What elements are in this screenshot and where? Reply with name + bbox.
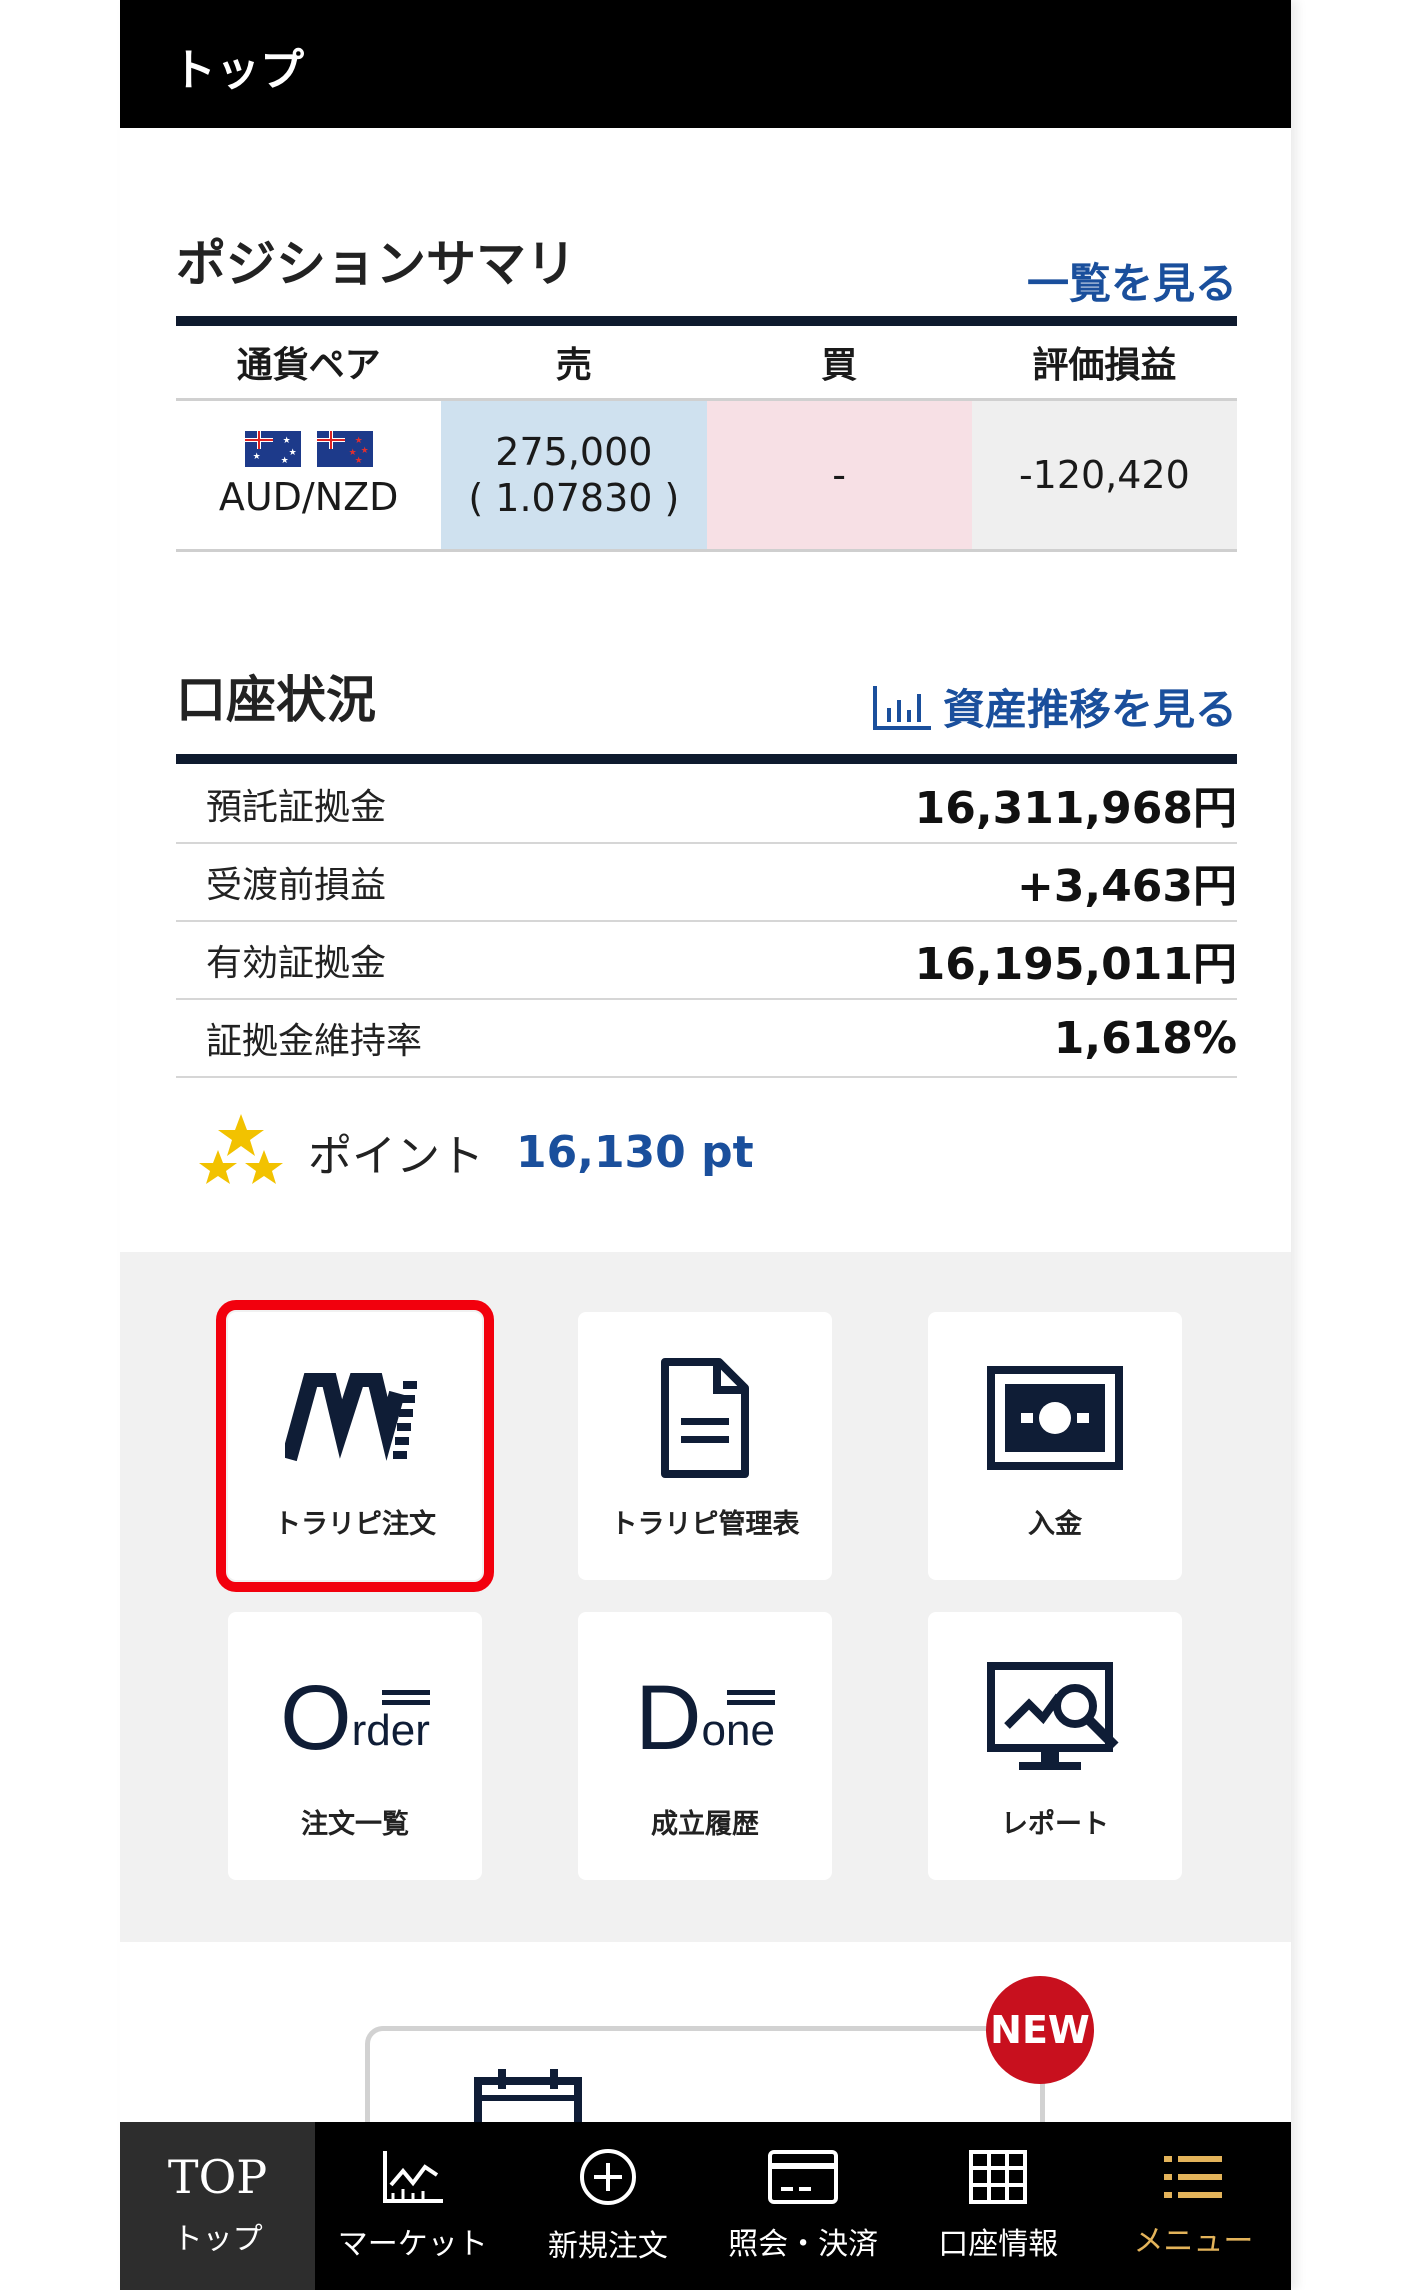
app-screen: トップ ポジションサマリ 一覧を見る 通貨ペア 売 買 評価損益 ★ ★ ★ ★	[120, 0, 1291, 2290]
nav-label: マーケット	[337, 2227, 488, 2262]
points-row: ポイント 16,130 pt	[196, 1112, 754, 1192]
buy-cell: -	[706, 401, 972, 549]
nav-item-menu[interactable]: メニュー	[1096, 2122, 1291, 2290]
top-logo-text: TOP	[167, 2150, 268, 2204]
deposit-tile[interactable]: 入金	[928, 1312, 1182, 1580]
banknote-icon	[987, 1360, 1123, 1476]
menu-list-icon	[1164, 2156, 1223, 2198]
sell-cell: 275,000 ( 1.07830 )	[441, 401, 707, 549]
sell-quantity: 275,000	[495, 430, 653, 474]
page-title: トップ	[172, 45, 304, 96]
nav-label: 照会・決済	[728, 2227, 879, 2262]
item-label: 有効証拠金	[206, 943, 387, 984]
report-tile[interactable]: レポート	[928, 1612, 1182, 1880]
item-label: 受渡前損益	[206, 865, 387, 906]
calendar-icon	[474, 2069, 582, 2127]
bottom-navigation: TOP トップ マーケット 新規注文 照会・決済 口座情報 メニュー	[120, 2122, 1291, 2290]
page-header: トップ	[120, 0, 1291, 128]
profit-loss-value: -120,420	[1018, 453, 1190, 497]
item-value: 1,618%	[1053, 1012, 1237, 1064]
nav-label: 口座情報	[938, 2227, 1059, 2262]
bar-chart-icon	[872, 685, 931, 730]
plus-circle-icon	[579, 2149, 636, 2205]
item-value: 16,195,011円	[914, 939, 1237, 990]
new-zealand-flag-icon: ★ ★ ★ ★	[316, 431, 373, 467]
list-item: 受渡前損益 +3,463円	[176, 844, 1237, 922]
pair-cell: ★ ★ ★ ★ ★ ★ ★ ★ AUD/NZD	[176, 401, 441, 549]
pl-cell: -120,420	[971, 401, 1237, 549]
execution-history-tile[interactable]: D one 成立履歴	[578, 1612, 832, 1880]
done-icon: D one	[635, 1667, 775, 1769]
buy-value: -	[832, 453, 846, 497]
view-asset-history-label: 資産推移を見る	[942, 685, 1237, 734]
list-item: 有効証拠金 16,195,011円	[176, 922, 1237, 1000]
trap-repeat-order-tile[interactable]: トラリピ注文	[216, 1300, 494, 1592]
tile-label: 成立履歴	[651, 1809, 759, 1840]
nav-item-top[interactable]: TOP トップ	[120, 2122, 316, 2290]
table-row[interactable]: ★ ★ ★ ★ ★ ★ ★ ★ AUD/NZD 275,000 (1.0783…	[176, 401, 1237, 552]
item-value: 16,311,968円	[914, 783, 1237, 834]
position-summary-title: ポジションサマリ	[176, 235, 576, 293]
column-header: 評価損益	[1032, 345, 1177, 386]
section-divider	[176, 754, 1237, 764]
item-value: +3,463円	[1016, 861, 1237, 912]
currency-pair: AUD/NZD	[218, 475, 399, 519]
points-value: 16,130 pt	[516, 1126, 754, 1178]
new-badge: NEW	[986, 1976, 1094, 2084]
view-positions-link[interactable]: 一覧を見る	[1027, 250, 1237, 311]
currency-flags: ★ ★ ★ ★ ★ ★ ★ ★	[244, 431, 373, 467]
market-chart-icon	[382, 2151, 443, 2203]
nav-item-account-info[interactable]: 口座情報	[901, 2122, 1096, 2290]
sell-rate: ( 1.07830 )	[468, 476, 680, 520]
document-icon	[659, 1358, 751, 1478]
tile-label: トラリピ管理表	[610, 1509, 800, 1540]
column-header: 売	[555, 345, 592, 386]
column-header: 通貨ペア	[236, 345, 381, 386]
view-asset-history-link[interactable]: 資産推移を見る	[871, 676, 1237, 737]
item-label: 証拠金維持率	[206, 1021, 423, 1062]
column-header: 買	[821, 345, 858, 386]
australia-flag-icon: ★ ★ ★ ★	[244, 431, 301, 467]
tile-label: トラリピ注文	[274, 1509, 436, 1540]
trap-repeat-management-tile[interactable]: トラリピ管理表	[578, 1312, 832, 1580]
order-list-tile[interactable]: O rder 注文一覧	[228, 1612, 482, 1880]
trap-repeat-logo-icon	[285, 1360, 425, 1476]
nav-label: メニュー	[1133, 2224, 1254, 2259]
grid-icon	[969, 2150, 1028, 2204]
nav-item-market[interactable]: マーケット	[315, 2122, 510, 2290]
nav-label: 新規注文	[547, 2229, 668, 2264]
tile-label: レポート	[1001, 1809, 1109, 1840]
nav-item-inquiry-settlement[interactable]: 照会・決済	[706, 2122, 901, 2290]
account-status-title: 口座状況	[176, 671, 376, 729]
table-header: 通貨ペア 売 買 評価損益	[176, 326, 1237, 401]
item-label: 預託証拠金	[206, 787, 387, 828]
points-label: ポイント	[308, 1131, 484, 1182]
order-icon: O rder	[280, 1667, 430, 1769]
section-divider	[176, 316, 1237, 326]
card-icon	[768, 2150, 839, 2204]
account-status-list: 預託証拠金 16,311,968円 受渡前損益 +3,463円 有効証拠金 16…	[176, 766, 1237, 1078]
nav-item-new-order[interactable]: 新規注文	[510, 2122, 705, 2290]
report-monitor-icon	[985, 1660, 1125, 1776]
position-table: 通貨ペア 売 買 評価損益 ★ ★ ★ ★ ★ ★ ★ ★ AUD/NZD 27…	[176, 326, 1237, 552]
view-positions-label: 一覧を見る	[1026, 259, 1237, 308]
list-item: 預託証拠金 16,311,968円	[176, 766, 1237, 844]
stars-icon	[199, 1114, 283, 1184]
tile-label: 入金	[1028, 1509, 1082, 1540]
tile-label: 注文一覧	[301, 1809, 409, 1840]
nav-label: トップ	[172, 2222, 263, 2257]
list-item: 証拠金維持率 1,618%	[176, 1000, 1237, 1078]
